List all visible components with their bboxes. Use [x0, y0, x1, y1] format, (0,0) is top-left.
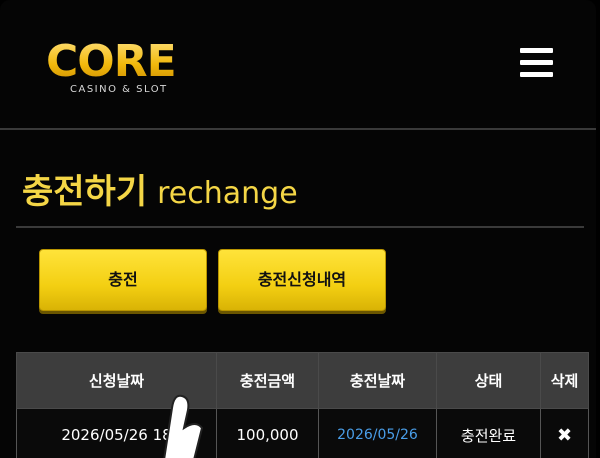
column-header-charge-date: 충전날짜 [318, 352, 437, 409]
menu-bar [520, 72, 553, 77]
table-header-row: 신청날짜 충전금액 충전날짜 상태 삭제 [16, 352, 589, 409]
logo-subtitle: CASINO & SLOT [70, 84, 168, 95]
title-divider [16, 226, 584, 228]
table-row: 2026/05/26 18 100,000 2026/05/26 충전완료 ✖ [16, 408, 589, 458]
cell-request-date: 2026/05/26 18 [16, 408, 217, 458]
cell-status: 충전완료 [436, 408, 541, 458]
cell-amount: 100,000 [216, 408, 319, 458]
tab-charge-button[interactable]: 충전 [39, 249, 207, 311]
tab-charge-history-button[interactable]: 충전신청내역 [218, 249, 386, 311]
column-header-request-date: 신청날짜 [16, 352, 217, 409]
column-header-amount: 충전금액 [216, 352, 319, 409]
logo-wordmark: CORE [46, 36, 177, 87]
column-header-delete: 삭제 [540, 352, 589, 409]
app-frame: CORE CASINO & SLOT 충전하기 rechange 충전 충전신청내… [0, 0, 596, 458]
page-title: 충전하기 rechange [22, 168, 298, 216]
charge-history-table-container: 신청날짜 충전금액 충전날짜 상태 삭제 2026/05/26 18 100,0… [16, 352, 592, 458]
column-header-status: 상태 [436, 352, 541, 409]
close-x-icon[interactable]: ✖ [557, 425, 572, 446]
core-logo[interactable]: CORE CASINO & SLOT [46, 38, 196, 98]
cell-delete: ✖ [540, 408, 589, 458]
menu-bar [520, 48, 553, 53]
menu-bar [520, 60, 553, 65]
cell-charge-date[interactable]: 2026/05/26 [318, 408, 437, 458]
page-title-english: rechange [157, 176, 298, 211]
hamburger-menu-icon[interactable] [520, 48, 554, 78]
charge-history-table: 신청날짜 충전금액 충전날짜 상태 삭제 2026/05/26 18 100,0… [16, 352, 589, 458]
page-title-korean: 충전하기 [22, 172, 148, 212]
site-header: CORE CASINO & SLOT [0, 0, 596, 130]
